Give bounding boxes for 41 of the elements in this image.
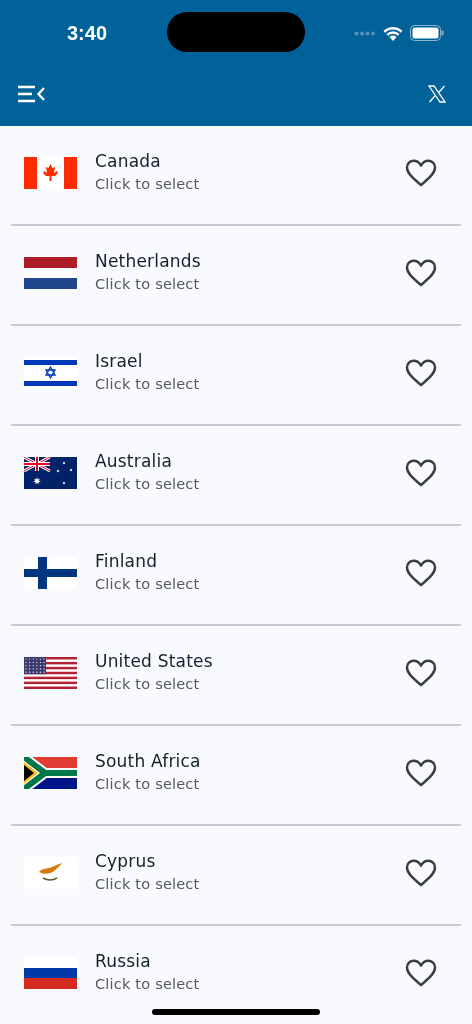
country-name: Israel — [95, 349, 144, 373]
country-name: Netherlands — [95, 249, 202, 273]
heart-icon[interactable] — [405, 959, 437, 987]
country-row[interactable]: Australia Click to select — [11, 426, 461, 526]
heart-icon[interactable] — [405, 559, 437, 587]
country-subtitle: Click to select — [95, 874, 201, 894]
country-row[interactable]: Cyprus Click to select — [11, 826, 461, 926]
heart-icon[interactable] — [405, 759, 437, 787]
country-name: United States — [95, 649, 214, 673]
status-time: 3:40 — [67, 21, 109, 45]
country-subtitle: Click to select — [95, 274, 201, 294]
country-subtitle: Click to select — [95, 974, 201, 994]
country-subtitle: Click to select — [95, 674, 201, 694]
heart-icon[interactable] — [405, 359, 437, 387]
country-row[interactable]: Netherlands Click to select — [11, 226, 461, 326]
country-name: Finland — [95, 549, 159, 573]
country-name: Russia — [95, 949, 152, 973]
country-name: South Africa — [95, 749, 202, 773]
country-row[interactable]: South Africa Click to select — [11, 726, 461, 826]
heart-icon[interactable] — [405, 459, 437, 487]
battery-icon — [410, 25, 444, 41]
heart-icon[interactable] — [405, 859, 437, 887]
country-subtitle: Click to select — [95, 374, 201, 394]
country-name: Cyprus — [95, 849, 157, 873]
heart-icon[interactable] — [405, 659, 437, 687]
country-row[interactable]: Canada Click to select — [11, 126, 461, 226]
country-subtitle: Click to select — [95, 574, 201, 594]
country-name: Canada — [95, 149, 162, 173]
country-subtitle: Click to select — [95, 174, 201, 194]
country-subtitle: Click to select — [95, 474, 201, 494]
country-row[interactable]: United States Click to select — [11, 626, 461, 726]
wifi-icon — [383, 25, 403, 41]
x-logo-icon[interactable] — [428, 85, 446, 103]
heart-icon[interactable] — [405, 259, 437, 287]
menu-icon[interactable] — [18, 85, 45, 103]
country-row[interactable]: Finland Click to select — [11, 526, 461, 626]
signal-icon — [354, 30, 376, 36]
country-row[interactable]: Israel Click to select — [11, 326, 461, 426]
country-subtitle: Click to select — [95, 774, 201, 794]
country-name: Australia — [95, 449, 173, 473]
heart-icon[interactable] — [405, 159, 437, 187]
